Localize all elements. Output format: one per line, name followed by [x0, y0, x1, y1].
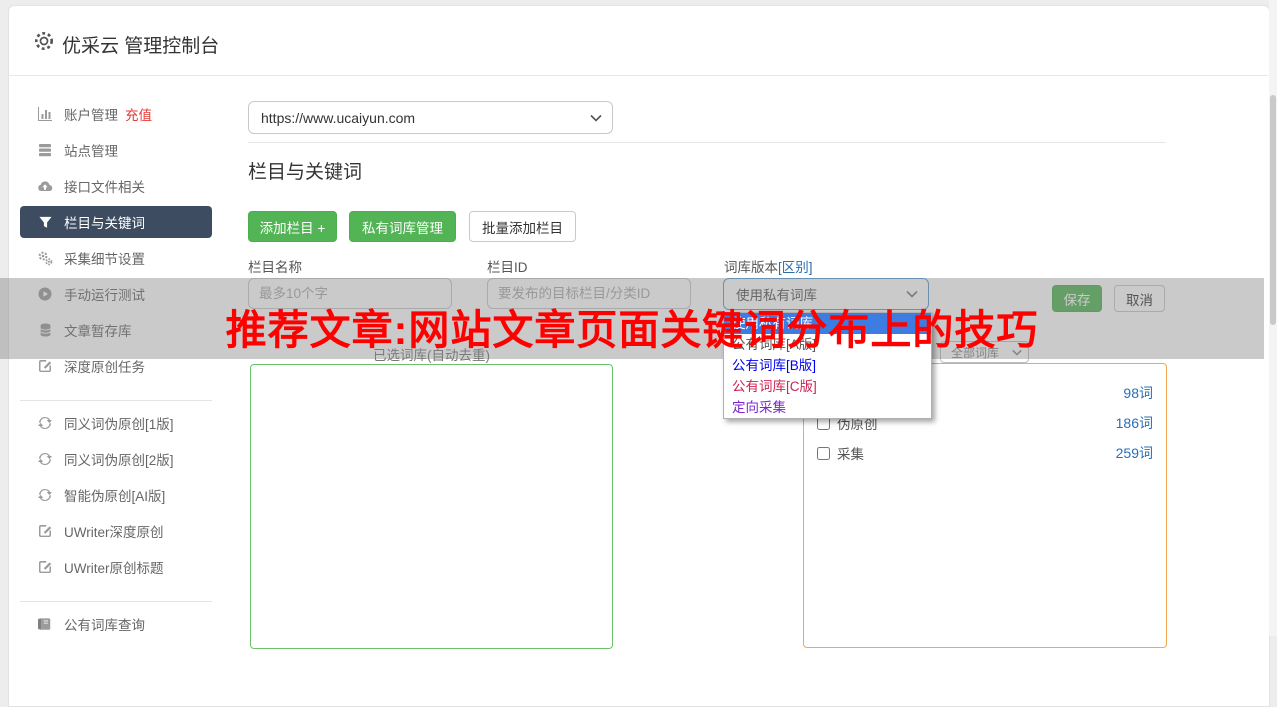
- book-icon: [36, 616, 54, 632]
- thesaurus-version-label: 词库版本[区别]: [724, 256, 813, 276]
- refresh-icon: [36, 487, 54, 503]
- sidebar-item-synonym-v2[interactable]: 同义词伪原创[2版]: [20, 443, 212, 475]
- sidebar-item-label: 深度原创任务: [64, 360, 145, 375]
- sidebar-item-sites[interactable]: 站点管理: [20, 134, 212, 166]
- dropdown-option-public-b[interactable]: 公有词库[B版]: [724, 355, 931, 376]
- app-header: 优采云 管理控制台: [8, 5, 1268, 76]
- recharge-link[interactable]: 充值: [125, 104, 152, 124]
- edit-icon: [36, 358, 54, 374]
- word-count: 186词: [1115, 415, 1153, 431]
- dropdown-option-public-c[interactable]: 公有词库[C版]: [724, 376, 931, 397]
- edit-icon: [36, 559, 54, 575]
- site-select-value: https://www.ucaiyun.com: [261, 109, 416, 126]
- private-thesaurus-button[interactable]: 私有词库管理: [349, 211, 456, 242]
- thesaurus-version-text: 词库版本: [724, 260, 778, 275]
- gears-icon: [36, 250, 54, 266]
- sidebar-item-ai-rewrite[interactable]: 智能伪原创[AI版]: [20, 479, 212, 511]
- server-icon: [36, 142, 54, 158]
- sidebar-item-label: 公有词库查询: [64, 618, 145, 633]
- sidebar-item-columns-keywords[interactable]: 栏目与关键词: [20, 206, 212, 238]
- sidebar-item-uwriter-title[interactable]: UWriter原创标题: [20, 551, 212, 583]
- sidebar-item-account[interactable]: 账户管理 充值: [20, 98, 212, 130]
- word-label: 采集: [837, 447, 864, 462]
- sidebar-item-label: 智能伪原创[AI版]: [64, 489, 166, 504]
- sidebar-item-uwriter-deep[interactable]: UWriter深度原创: [20, 515, 212, 547]
- add-column-button[interactable]: 添加栏目 +: [248, 211, 337, 242]
- edit-icon: [36, 523, 54, 539]
- sidebar-item-synonym-v1[interactable]: 同义词伪原创[1版]: [20, 407, 212, 439]
- sidebar-item-label: 接口文件相关: [64, 180, 145, 195]
- word-checkbox[interactable]: [817, 446, 830, 460]
- chevron-down-icon: [590, 114, 602, 122]
- selected-keywords-box: [250, 364, 613, 649]
- sidebar-item-label: 栏目与关键词: [64, 216, 145, 231]
- cloud-upload-icon: [36, 178, 54, 194]
- word-list-row: 采集 259词: [817, 443, 1153, 463]
- bar-chart-icon: [36, 106, 54, 122]
- refresh-icon: [36, 415, 54, 431]
- sidebar-divider: [20, 400, 212, 401]
- word-count: 98词: [1123, 385, 1153, 401]
- dropdown-option-directed-collect[interactable]: 定向采集: [724, 397, 931, 418]
- app-title: 优采云 管理控制台: [62, 36, 220, 57]
- sidebar-item-label: 站点管理: [64, 144, 118, 159]
- difference-link[interactable]: [区别]: [778, 260, 813, 275]
- page-title: 栏目与关键词: [248, 162, 363, 183]
- column-name-label: 栏目名称: [248, 260, 302, 275]
- recommendation-banner-text: 推荐文章:网站文章页面关键词分布上的技巧: [225, 307, 1039, 353]
- sidebar-item-label: 采集细节设置: [64, 252, 145, 267]
- funnel-icon: [36, 214, 54, 230]
- section-divider: [248, 142, 1166, 143]
- column-id-label: 栏目ID: [487, 260, 528, 275]
- refresh-icon: [36, 451, 54, 467]
- batch-add-button[interactable]: 批量添加栏目: [469, 211, 576, 242]
- sidebar-divider: [20, 601, 212, 602]
- gear-icon: [33, 30, 55, 52]
- sidebar-item-label: 同义词伪原创[2版]: [64, 453, 174, 468]
- sidebar-item-label: 同义词伪原创[1版]: [64, 417, 174, 432]
- word-count: 259词: [1115, 445, 1153, 461]
- sidebar-item-label: UWriter深度原创: [64, 525, 164, 540]
- site-select[interactable]: https://www.ucaiyun.com: [248, 101, 613, 134]
- sidebar-item-public-thesaurus[interactable]: 公有词库查询: [20, 608, 212, 640]
- sidebar-item-label: UWriter原创标题: [64, 561, 164, 576]
- scrollbar-thumb[interactable]: [1270, 95, 1276, 325]
- sidebar-item-interface-files[interactable]: 接口文件相关: [20, 170, 212, 202]
- sidebar-item-label: 账户管理: [64, 108, 118, 123]
- sidebar-item-collect-settings[interactable]: 采集细节设置: [20, 242, 212, 274]
